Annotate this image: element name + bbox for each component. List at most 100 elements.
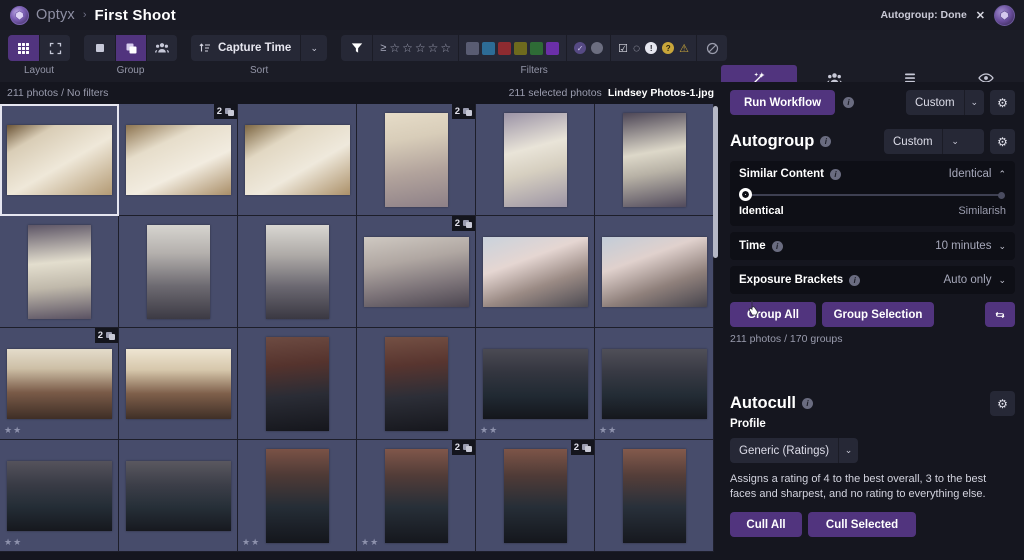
color-swatch-2[interactable] xyxy=(498,42,511,55)
rating-stars[interactable]: ☆☆☆☆☆ xyxy=(389,41,451,55)
photo-cell[interactable]: ★★ xyxy=(595,328,714,440)
exposure-brackets-row[interactable]: Exposure Brackets i Auto only ⌄ xyxy=(730,266,1015,294)
flag-dots[interactable]: ✓ xyxy=(574,42,603,54)
workflow-settings-gear-icon[interactable]: ⚙ xyxy=(990,90,1015,115)
star-icon[interactable]: ☆ xyxy=(428,41,439,55)
autogroup-settings-gear-icon[interactable]: ⚙ xyxy=(990,129,1015,154)
color-swatch-5[interactable] xyxy=(546,42,559,55)
photo-cell[interactable] xyxy=(595,104,714,216)
status-icons[interactable]: ☑ ◌ ! ? ⚠ xyxy=(618,41,689,55)
photo-cell[interactable] xyxy=(476,216,595,328)
similar-content-slider[interactable] xyxy=(739,188,1006,202)
photo-cell[interactable]: 2 xyxy=(357,216,476,328)
unflagged-icon[interactable] xyxy=(591,42,603,54)
cull-selected-button[interactable]: Cull Selected xyxy=(808,512,916,537)
star-icon[interactable]: ☆ xyxy=(402,41,413,55)
photo-rating[interactable]: ★★ xyxy=(4,425,21,436)
stack-count-badge[interactable]: 2 xyxy=(452,440,475,455)
photo-cell[interactable] xyxy=(238,104,357,216)
stack-count-badge[interactable]: 2 xyxy=(214,104,237,119)
color-swatch-3[interactable] xyxy=(514,42,527,55)
photo-cell[interactable]: 2 ★★ xyxy=(0,328,119,440)
pick-flag-icon[interactable]: ✓ xyxy=(574,42,586,54)
autocull-settings-gear-icon[interactable]: ⚙ xyxy=(990,391,1015,416)
stack-count-badge[interactable]: 2 xyxy=(452,104,475,119)
photo-rating[interactable]: ★★ xyxy=(4,537,21,548)
status-filter[interactable]: ☑ ◌ ! ? ⚠ xyxy=(610,35,696,61)
chevron-up-icon[interactable]: ⌃ xyxy=(998,169,1006,180)
info-icon[interactable]: i xyxy=(830,169,841,180)
star-icon[interactable]: ☆ xyxy=(440,41,451,55)
photo-cell[interactable] xyxy=(0,104,119,216)
square-icon[interactable] xyxy=(84,35,115,61)
chevron-down-icon[interactable]: ⌄ xyxy=(838,438,858,463)
stack-icon[interactable] xyxy=(115,35,146,61)
color-filter[interactable] xyxy=(458,35,566,61)
refresh-loop-icon[interactable] xyxy=(985,302,1015,327)
photo-cell[interactable]: ★★ xyxy=(0,440,119,552)
funnel-icon[interactable] xyxy=(341,35,372,61)
autocull-profile-select[interactable]: Generic (Ratings) ⌄ xyxy=(730,438,858,463)
photo-cell[interactable]: 2 xyxy=(357,104,476,216)
workflow-preset-select[interactable]: Custom ⌄ xyxy=(906,90,984,115)
photo-cell[interactable] xyxy=(357,328,476,440)
brand-name[interactable]: Optyx xyxy=(36,7,75,23)
clipboard-check-icon[interactable]: ☑ xyxy=(618,42,628,55)
photo-cell[interactable]: 2 xyxy=(476,440,595,552)
info-icon[interactable]: i xyxy=(820,136,831,147)
photo-cell[interactable] xyxy=(238,216,357,328)
star-icon[interactable]: ☆ xyxy=(389,41,400,55)
star-icon[interactable]: ☆ xyxy=(415,41,426,55)
color-swatch-0[interactable] xyxy=(466,42,479,55)
photo-cell[interactable] xyxy=(119,328,238,440)
avatar[interactable] xyxy=(994,5,1015,26)
photo-rating[interactable]: ★★ xyxy=(480,425,497,436)
group-selection-button[interactable]: Group Selection xyxy=(822,302,934,327)
photo-rating[interactable]: ★★ xyxy=(361,537,378,548)
cull-all-button[interactable]: Cull All xyxy=(730,512,802,537)
stack-count-badge[interactable]: 2 xyxy=(571,440,594,455)
photo-cell[interactable]: ★★ xyxy=(476,328,595,440)
photo-cell[interactable]: 2 xyxy=(119,104,238,216)
photo-cell[interactable] xyxy=(0,216,119,328)
group-all-button[interactable]: Group All xyxy=(730,302,816,327)
photo-cell[interactable]: ★★ xyxy=(238,440,357,552)
expand-icon[interactable] xyxy=(39,35,70,61)
info-circle-icon[interactable]: ! xyxy=(645,42,657,54)
people-icon[interactable] xyxy=(146,35,177,61)
close-icon[interactable]: ✕ xyxy=(976,9,985,22)
warning-triangle-icon[interactable]: ⚠ xyxy=(679,42,689,55)
chevron-down-icon[interactable]: ⌄ xyxy=(942,129,968,154)
photo-cell[interactable] xyxy=(595,440,714,552)
stack-count-badge[interactable]: 2 xyxy=(452,216,475,231)
run-workflow-button[interactable]: Run Workflow xyxy=(730,90,835,115)
photo-cell[interactable] xyxy=(238,328,357,440)
color-swatch-1[interactable] xyxy=(482,42,495,55)
time-row[interactable]: Time i 10 minutes ⌄ xyxy=(730,232,1015,260)
chevron-down-icon[interactable]: ⌄ xyxy=(998,275,1006,286)
question-circle-icon[interactable]: ? xyxy=(662,42,674,54)
photo-rating[interactable]: ★★ xyxy=(599,425,616,436)
loading-spinner-icon[interactable]: ◌ xyxy=(633,41,640,55)
sort-dropdown[interactable]: Capture Time ⌄ xyxy=(191,35,327,61)
chevron-down-icon[interactable]: ⌄ xyxy=(964,90,984,115)
rating-filter[interactable]: ≥ ☆☆☆☆☆ xyxy=(372,35,458,61)
color-swatch-4[interactable] xyxy=(530,42,543,55)
chevron-down-icon[interactable]: ⌄ xyxy=(300,35,327,61)
grid-icon[interactable] xyxy=(8,35,39,61)
photo-cell[interactable] xyxy=(119,216,238,328)
no-entry-icon[interactable] xyxy=(696,35,727,61)
info-icon[interactable]: i xyxy=(802,398,813,409)
flag-filter[interactable]: ✓ xyxy=(566,35,610,61)
stack-count-badge[interactable]: 2 xyxy=(95,328,118,343)
slider-handle[interactable] xyxy=(739,188,752,201)
grid-scrollbar[interactable] xyxy=(713,106,718,258)
info-icon[interactable]: i xyxy=(772,241,783,252)
info-icon[interactable]: i xyxy=(843,97,854,108)
chevron-down-icon[interactable]: ⌄ xyxy=(998,241,1006,252)
photo-rating[interactable]: ★★ xyxy=(242,537,259,548)
photo-cell[interactable]: 2 ★★ xyxy=(357,440,476,552)
photo-cell[interactable] xyxy=(595,216,714,328)
photo-cell[interactable] xyxy=(119,440,238,552)
photo-cell[interactable] xyxy=(476,104,595,216)
